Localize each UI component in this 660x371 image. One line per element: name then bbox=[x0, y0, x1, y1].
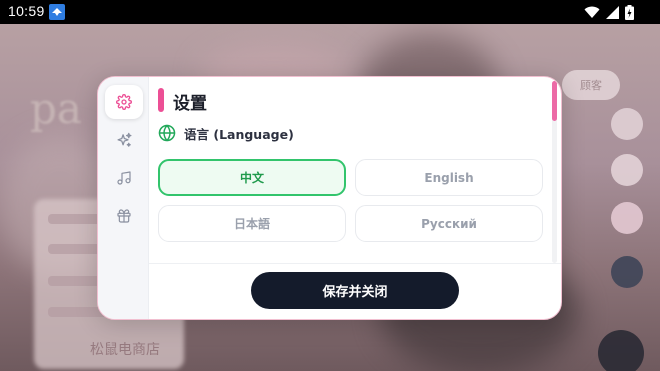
sparkles-icon bbox=[116, 132, 132, 147]
footer-divider bbox=[149, 263, 561, 264]
sidebar-item-effects[interactable] bbox=[105, 123, 143, 157]
cellular-signal-icon bbox=[606, 6, 619, 19]
background-logo: pa bbox=[30, 84, 82, 133]
settings-sidebar bbox=[98, 77, 149, 319]
background-circle-button bbox=[611, 154, 643, 186]
app-notification-icon bbox=[49, 4, 65, 20]
background-fab bbox=[598, 330, 644, 371]
battery-icon bbox=[625, 5, 634, 20]
background-circle-button bbox=[611, 256, 643, 288]
background-pill-button: 顾客 bbox=[562, 70, 620, 100]
globe-icon bbox=[158, 124, 176, 142]
language-option-russian[interactable]: Русский bbox=[355, 205, 543, 242]
settings-dialog: 设置 语言 (Language) 中文 English 日本語 Русский … bbox=[97, 76, 562, 320]
language-option-japanese[interactable]: 日本語 bbox=[158, 205, 346, 242]
language-option-english[interactable]: English bbox=[355, 159, 543, 196]
scrollbar[interactable] bbox=[552, 81, 557, 263]
wifi-icon bbox=[584, 6, 600, 18]
background-circle-button bbox=[611, 202, 643, 234]
title-accent-bar bbox=[158, 88, 164, 112]
background-footer-text: 松鼠电商店 bbox=[90, 342, 160, 358]
gift-icon bbox=[117, 209, 131, 223]
language-option-chinese[interactable]: 中文 bbox=[158, 159, 346, 196]
dialog-title: 设置 bbox=[173, 94, 207, 114]
gear-icon bbox=[116, 94, 132, 110]
save-and-close-button[interactable]: 保存并关闭 bbox=[251, 272, 459, 309]
status-bar: 10:59 bbox=[0, 0, 660, 24]
music-note-icon bbox=[117, 171, 131, 185]
status-time: 10:59 bbox=[8, 3, 45, 19]
background-circle-button bbox=[611, 108, 643, 140]
scrollbar-thumb[interactable] bbox=[552, 81, 557, 121]
sidebar-item-gifts[interactable] bbox=[105, 199, 143, 233]
sidebar-item-general[interactable] bbox=[105, 85, 143, 119]
sidebar-item-music[interactable] bbox=[105, 161, 143, 195]
language-section-label: 语言 (Language) bbox=[184, 127, 294, 142]
